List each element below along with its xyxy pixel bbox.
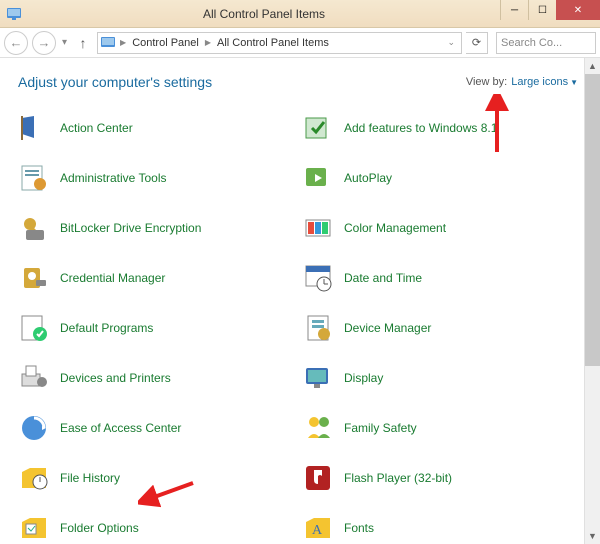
item-icon xyxy=(18,262,50,294)
page-heading: Adjust your computer's settings xyxy=(18,74,466,90)
forward-button[interactable]: → xyxy=(32,31,56,55)
item-label: Action Center xyxy=(60,121,133,135)
control-panel-item[interactable]: Action Center xyxy=(18,110,294,146)
control-panel-item[interactable]: Credential Manager xyxy=(18,260,294,296)
window-controls: ─ ☐ ✕ xyxy=(500,0,600,27)
item-label: Fonts xyxy=(344,521,374,535)
window-title: All Control Panel Items xyxy=(28,7,500,21)
control-panel-item[interactable]: Family Safety xyxy=(302,410,578,446)
control-panel-item[interactable]: Device Manager xyxy=(302,310,578,346)
item-label: Flash Player (32-bit) xyxy=(344,471,452,485)
control-panel-item[interactable]: Ease of Access Center xyxy=(18,410,294,446)
minimize-button[interactable]: ─ xyxy=(500,0,528,20)
item-icon xyxy=(302,312,334,344)
svg-text:A: A xyxy=(312,523,323,538)
close-button[interactable]: ✕ xyxy=(556,0,600,20)
control-panel-item[interactable]: Default Programs xyxy=(18,310,294,346)
item-label: Credential Manager xyxy=(60,271,165,285)
item-label: Devices and Printers xyxy=(60,371,171,385)
item-icon: A xyxy=(302,512,334,544)
control-panel-item[interactable]: Folder Options xyxy=(18,510,294,544)
breadcrumb-sep[interactable]: ▶ xyxy=(203,38,213,47)
items-grid: Action Center Add features to Windows 8.1… xyxy=(18,110,578,544)
viewby-label: View by: xyxy=(466,76,507,88)
back-button[interactable]: ← xyxy=(4,31,28,55)
control-panel-item[interactable]: Administrative Tools xyxy=(18,160,294,196)
navbar: ← → ▾ ↑ ▶ Control Panel ▶ All Control Pa… xyxy=(0,28,600,58)
vertical-scrollbar[interactable]: ▲ ▼ xyxy=(584,58,600,544)
item-label: AutoPlay xyxy=(344,171,392,185)
header-row: Adjust your computer's settings View by:… xyxy=(18,74,578,90)
item-icon xyxy=(302,262,334,294)
item-label: BitLocker Drive Encryption xyxy=(60,221,201,235)
scroll-track[interactable] xyxy=(585,366,600,528)
item-icon xyxy=(302,112,334,144)
control-panel-item[interactable]: AutoPlay xyxy=(302,160,578,196)
control-panel-item[interactable]: File History xyxy=(18,460,294,496)
item-icon xyxy=(18,312,50,344)
item-icon xyxy=(18,162,50,194)
item-icon xyxy=(18,112,50,144)
chevron-down-icon: ▼ xyxy=(570,78,578,87)
search-placeholder: Search Co... xyxy=(501,37,562,49)
control-panel-item[interactable]: Add features to Windows 8.1 xyxy=(302,110,578,146)
item-icon xyxy=(18,212,50,244)
item-icon xyxy=(302,362,334,394)
refresh-button[interactable]: ⟳ xyxy=(466,32,488,54)
item-icon xyxy=(18,462,50,494)
item-label: Device Manager xyxy=(344,321,431,335)
scroll-up-button[interactable]: ▲ xyxy=(585,58,600,74)
breadcrumb-current[interactable]: All Control Panel Items xyxy=(215,37,331,49)
viewby-value: Large icons xyxy=(511,76,568,88)
control-panel-icon xyxy=(100,35,116,51)
search-input[interactable]: Search Co... xyxy=(496,32,596,54)
scroll-thumb[interactable] xyxy=(585,74,600,366)
item-label: Default Programs xyxy=(60,321,153,335)
item-label: Folder Options xyxy=(60,521,139,535)
item-icon xyxy=(302,412,334,444)
item-label: Add features to Windows 8.1 xyxy=(344,121,497,135)
viewby-dropdown[interactable]: Large icons▼ xyxy=(511,76,578,88)
content-area: Adjust your computer's settings View by:… xyxy=(0,58,600,544)
main-panel: Adjust your computer's settings View by:… xyxy=(0,58,584,544)
item-label: Date and Time xyxy=(344,271,422,285)
breadcrumb-sep[interactable]: ▶ xyxy=(118,38,128,47)
item-icon xyxy=(302,462,334,494)
item-icon xyxy=(18,362,50,394)
control-panel-item[interactable]: Color Management xyxy=(302,210,578,246)
address-bar[interactable]: ▶ Control Panel ▶ All Control Panel Item… xyxy=(97,32,462,54)
item-label: Display xyxy=(344,371,383,385)
control-panel-item[interactable]: Date and Time xyxy=(302,260,578,296)
control-panel-icon xyxy=(6,6,22,22)
control-panel-item[interactable]: Flash Player (32-bit) xyxy=(302,460,578,496)
item-icon xyxy=(18,412,50,444)
item-label: Color Management xyxy=(344,221,446,235)
item-icon xyxy=(302,162,334,194)
titlebar: All Control Panel Items ─ ☐ ✕ xyxy=(0,0,600,28)
item-icon xyxy=(302,212,334,244)
history-dropdown[interactable]: ▾ xyxy=(60,37,69,48)
up-button[interactable]: ↑ xyxy=(73,33,93,53)
item-label: File History xyxy=(60,471,120,485)
item-label: Administrative Tools xyxy=(60,171,167,185)
control-panel-item[interactable]: A Fonts xyxy=(302,510,578,544)
control-panel-item[interactable]: Display xyxy=(302,360,578,396)
item-label: Family Safety xyxy=(344,421,417,435)
control-panel-item[interactable]: BitLocker Drive Encryption xyxy=(18,210,294,246)
address-dropdown[interactable]: ⌄ xyxy=(443,37,459,48)
item-icon xyxy=(18,512,50,544)
maximize-button[interactable]: ☐ xyxy=(528,0,556,20)
breadcrumb-root[interactable]: Control Panel xyxy=(130,37,201,49)
scroll-down-button[interactable]: ▼ xyxy=(585,528,600,544)
item-label: Ease of Access Center xyxy=(60,421,181,435)
control-panel-item[interactable]: Devices and Printers xyxy=(18,360,294,396)
